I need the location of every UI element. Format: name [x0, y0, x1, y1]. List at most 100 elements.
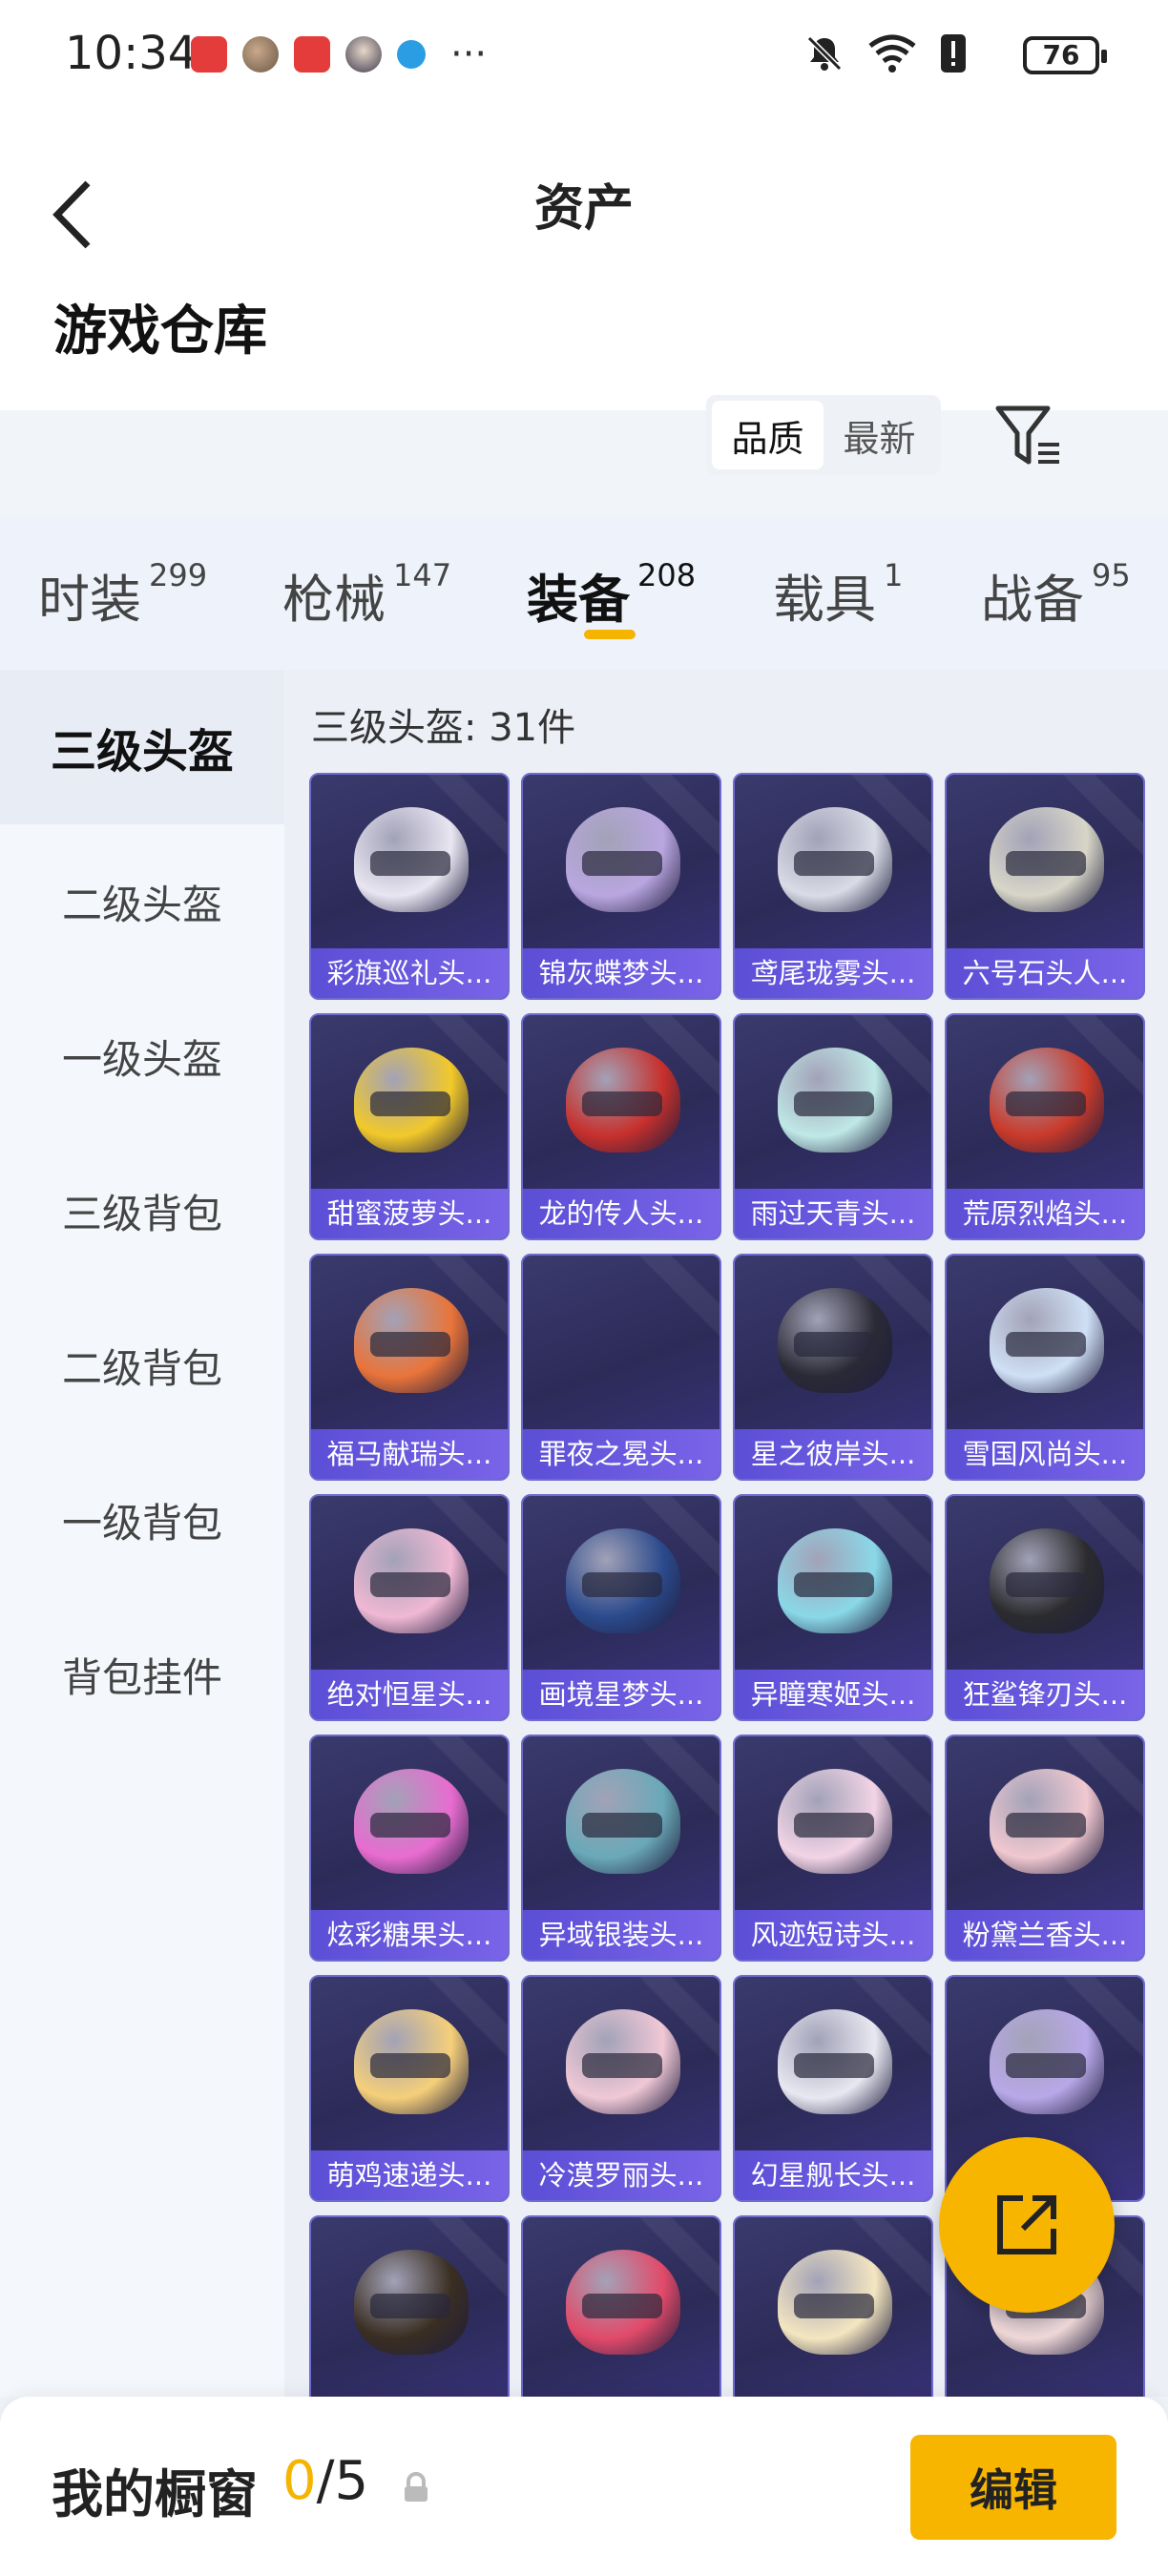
- tab-combat-gear[interactable]: 战备 95: [981, 557, 1131, 633]
- item-card[interactable]: 锦灰蝶梦头...: [521, 773, 721, 1000]
- tab-label: 载具: [773, 570, 876, 630]
- item-card[interactable]: 粉黛兰香头...: [945, 1735, 1145, 1962]
- tab-label: 时装: [38, 570, 141, 630]
- bottom-bar: 我的橱窗 0/5 编辑: [0, 2397, 1168, 2576]
- sidebar-item-level3-helmet[interactable]: 三级头盔: [0, 670, 284, 824]
- tab-count: 147: [393, 557, 452, 593]
- warehouse-title: 游戏仓库: [53, 301, 267, 363]
- item-card[interactable]: 龙的传人头...: [521, 1013, 721, 1240]
- mute-bell-icon: [806, 35, 843, 72]
- helmet-visor: [582, 2053, 662, 2078]
- item-card[interactable]: 彩旗巡礼头...: [309, 773, 510, 1000]
- helmet-visor: [794, 851, 874, 876]
- tab-fashion[interactable]: 时装 299: [38, 557, 207, 633]
- helmet-visor: [794, 2053, 874, 2078]
- active-tab-indicator: [584, 630, 636, 639]
- item-card-label: 画境星梦头...: [523, 1670, 720, 1719]
- item-card[interactable]: 炫彩糖果头...: [309, 1735, 510, 1962]
- status-bar: 10:34 ··· 76: [0, 0, 1168, 114]
- header: 资产: [0, 114, 1168, 410]
- item-card-label: 萌鸡速递头...: [311, 2150, 508, 2200]
- item-card-label: 雪国风尚头...: [947, 1429, 1143, 1479]
- share-icon: [997, 2195, 1056, 2254]
- item-card[interactable]: 鸢尾珑雾头...: [733, 773, 933, 1000]
- contact-avatar-icon: [345, 36, 382, 73]
- helmet-visor: [794, 1813, 874, 1838]
- sidebar-item-level1-helmet[interactable]: 一级头盔: [0, 979, 284, 1133]
- helmet-visor: [582, 2294, 662, 2318]
- share-fab-button[interactable]: [939, 2137, 1115, 2313]
- item-card[interactable]: [733, 2215, 933, 2397]
- edit-button[interactable]: 编辑: [910, 2435, 1116, 2540]
- item-card[interactable]: 罪夜之冕头...: [521, 1254, 721, 1481]
- helmet-visor: [582, 1091, 662, 1116]
- item-card-label: 甜蜜菠萝头...: [311, 1189, 508, 1238]
- sidebar-item-level2-helmet[interactable]: 二级头盔: [0, 824, 284, 979]
- item-card[interactable]: 冷漠罗丽头...: [521, 1975, 721, 2202]
- browser-icon: [397, 40, 426, 69]
- filter-icon[interactable]: [992, 399, 1069, 475]
- helmet-visor: [794, 1332, 874, 1357]
- item-card-label: 星之彼岸头...: [735, 1429, 931, 1479]
- more-notifications-icon: ···: [450, 32, 488, 76]
- item-card-label: 六号石头人...: [947, 948, 1143, 998]
- item-card-label: 彩旗巡礼头...: [311, 948, 508, 998]
- item-card[interactable]: 六号石头人...: [945, 773, 1145, 1000]
- item-card[interactable]: 异域银装头...: [521, 1735, 721, 1962]
- item-card[interactable]: 甜蜜菠萝头...: [309, 1013, 510, 1240]
- helmet-visor: [1006, 1091, 1086, 1116]
- sidebar-item-backpack-charm[interactable]: 背包挂件: [0, 1597, 284, 1752]
- item-card[interactable]: 狂鲨锋刃头...: [945, 1494, 1145, 1721]
- item-card[interactable]: 雨过天青头...: [733, 1013, 933, 1240]
- status-time: 10:34: [65, 27, 198, 80]
- item-card[interactable]: 荒原烈焰头...: [945, 1013, 1145, 1240]
- helmet-visor: [1006, 2053, 1086, 2078]
- alert-icon: [941, 34, 966, 73]
- sort-latest-button[interactable]: 最新: [824, 401, 935, 469]
- item-card-label: 雨过天青头...: [735, 1189, 931, 1238]
- helmet-visor: [582, 1572, 662, 1597]
- item-card[interactable]: 雪国风尚头...: [945, 1254, 1145, 1481]
- item-card-label: 荒原烈焰头...: [947, 1189, 1143, 1238]
- item-card[interactable]: 幻星舰长头...: [733, 1975, 933, 2202]
- helmet-visor: [794, 2294, 874, 2318]
- item-card-label: 绝对恒星头...: [311, 1670, 508, 1719]
- showcase-label: 我的橱窗: [52, 2464, 258, 2524]
- sort-quality-button[interactable]: 品质: [712, 401, 824, 469]
- sidebar: 三级头盔 二级头盔 一级头盔 三级背包 二级背包 一级背包 背包挂件: [0, 670, 284, 2397]
- item-card[interactable]: [521, 2215, 721, 2397]
- tab-label: 战备: [981, 570, 1084, 630]
- item-card[interactable]: [309, 2215, 510, 2397]
- item-card[interactable]: 萌鸡速递头...: [309, 1975, 510, 2202]
- tab-guns[interactable]: 枪械 147: [282, 557, 451, 633]
- huawei-app-icon: [294, 36, 330, 73]
- battery-indicator: 76: [1023, 36, 1107, 74]
- item-card[interactable]: 星之彼岸头...: [733, 1254, 933, 1481]
- tab-count: 299: [149, 557, 208, 593]
- item-card-label: 狂鲨锋刃头...: [947, 1670, 1143, 1719]
- item-card[interactable]: 异瞳寒姬头...: [733, 1494, 933, 1721]
- helmet-visor: [1006, 1572, 1086, 1597]
- helmet-visor: [370, 2294, 450, 2318]
- helmet-visor: [370, 2053, 450, 2078]
- tab-equipment[interactable]: 装备 208: [527, 557, 696, 633]
- helmet-visor: [370, 1572, 450, 1597]
- helmet-visor: [370, 851, 450, 876]
- tab-vehicles[interactable]: 载具 1: [773, 557, 903, 633]
- helmet-visor: [1006, 1813, 1086, 1838]
- item-card[interactable]: 风迹短诗头...: [733, 1735, 933, 1962]
- helmet-visor: [1006, 851, 1086, 876]
- huawei-app-icon: [191, 36, 227, 73]
- item-card[interactable]: 绝对恒星头...: [309, 1494, 510, 1721]
- sidebar-item-level3-backpack[interactable]: 三级背包: [0, 1133, 284, 1288]
- helmet-visor: [370, 1813, 450, 1838]
- page-title: 资产: [533, 180, 634, 238]
- sidebar-item-level1-backpack[interactable]: 一级背包: [0, 1443, 284, 1597]
- helmet-visor: [370, 1332, 450, 1357]
- item-card-label: 龙的传人头...: [523, 1189, 720, 1238]
- grid-title: 三级头盔: 31件: [311, 706, 576, 750]
- item-card[interactable]: 福马献瑞头...: [309, 1254, 510, 1481]
- item-card[interactable]: 画境星梦头...: [521, 1494, 721, 1721]
- sidebar-item-level2-backpack[interactable]: 二级背包: [0, 1288, 284, 1443]
- helmet-visor: [582, 851, 662, 876]
